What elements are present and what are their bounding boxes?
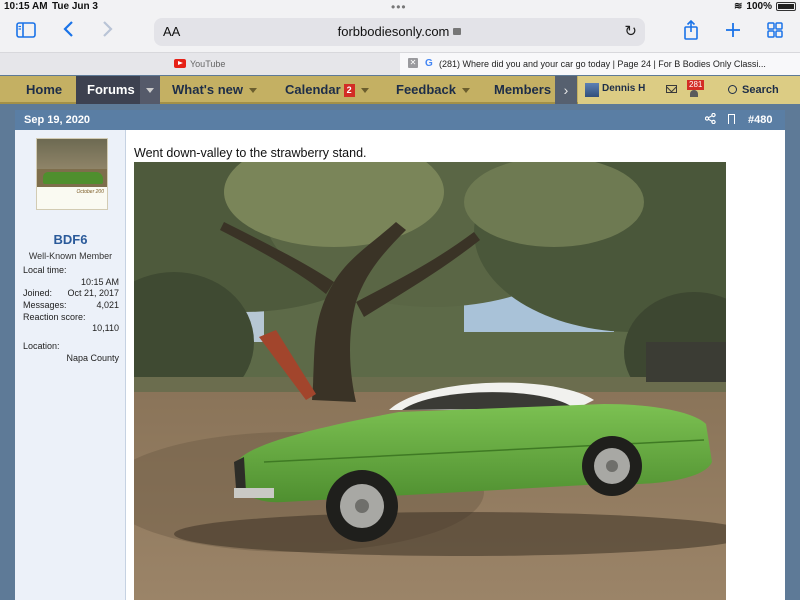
status-time: 10:15 AM (4, 1, 48, 12)
chevron-down-icon (146, 88, 154, 93)
tab-bar: YouTube ✕ G (281) Where did you and your… (0, 52, 800, 75)
nav-home[interactable]: Home (0, 76, 75, 104)
reload-icon[interactable]: ↻ (624, 22, 637, 40)
battery-icon (776, 2, 796, 11)
tab-forum-thread[interactable]: ✕ G (281) Where did you and your car go … (400, 53, 800, 75)
post-author-panel: October 200 BDF6 Well-Known Member Local… (15, 130, 126, 600)
search-icon (728, 85, 737, 94)
multitasking-dots-icon[interactable]: ••• (391, 0, 407, 14)
battery-percent: 100% (746, 1, 772, 12)
sidebar-icon[interactable] (14, 20, 38, 44)
nav-whats-new[interactable]: What's new (172, 76, 272, 104)
avatar-caption: October 200 (76, 189, 104, 195)
author-stats: Local time: 10:15 AM Joined: Oct 21, 2017… (23, 265, 119, 363)
post-number[interactable]: #480 (748, 114, 772, 126)
author-local-time: 10:15 AM (80, 276, 119, 287)
share-nodes-icon[interactable] (704, 112, 716, 127)
author-title: Well-Known Member (28, 251, 113, 261)
tab-label: (281) Where did you and your car go toda… (439, 59, 766, 69)
author-name[interactable]: BDF6 (15, 232, 126, 247)
bookmark-icon[interactable] (728, 114, 735, 124)
nav-feedback[interactable]: Feedback (396, 76, 486, 104)
forum-nav: Home Forums What's new Calendar 2 Feedbac… (0, 76, 800, 104)
post: Sep 19, 2020 #480 October 200 BDF6 Well-… (15, 110, 785, 600)
post-text: Went down-valley to the strawberry stand… (134, 146, 367, 160)
nav-members[interactable]: Members (494, 76, 556, 104)
author-location: Napa County (66, 352, 119, 363)
google-icon: G (425, 58, 433, 69)
post-date[interactable]: Sep 19, 2020 (24, 114, 90, 126)
post-header: Sep 19, 2020 #480 (15, 110, 785, 130)
wifi-icon: ≋ (734, 1, 743, 12)
alerts-badge[interactable]: 281 (687, 80, 705, 90)
bell-icon[interactable] (690, 90, 698, 97)
chevron-down-icon[interactable] (461, 88, 470, 94)
avatar[interactable] (585, 83, 599, 97)
post-photo[interactable] (134, 162, 726, 600)
youtube-icon (174, 59, 186, 68)
user-menu[interactable]: Dennis H 281 (578, 76, 718, 104)
status-bar: 10:15 AM Tue Jun 3 ••• ≋ 100% (0, 0, 800, 14)
chevron-right-icon[interactable] (98, 20, 118, 44)
forums-dropdown-button[interactable] (140, 76, 160, 104)
author-messages[interactable]: 4,021 (96, 300, 119, 312)
nav-calendar[interactable]: Calendar 2 (285, 76, 385, 104)
author-joined: Oct 21, 2017 (67, 288, 119, 299)
address-bar[interactable]: AA forbbodiesonly.com ↻ (154, 18, 645, 46)
plus-icon[interactable] (722, 20, 744, 44)
share-icon[interactable] (680, 19, 702, 44)
nav-scroll-right-icon[interactable]: › (555, 76, 577, 104)
mail-icon[interactable] (666, 85, 677, 93)
search-button[interactable]: Search (718, 76, 800, 104)
calendar-badge: 2 (343, 84, 355, 98)
close-icon[interactable]: ✕ (408, 58, 418, 68)
current-username[interactable]: Dennis H (602, 83, 645, 94)
status-date: Tue Jun 3 (52, 1, 98, 12)
browser-toolbar: AA forbbodiesonly.com ↻ (0, 14, 800, 52)
chevron-down-icon[interactable] (360, 88, 369, 94)
tabs-grid-icon[interactable] (764, 20, 786, 44)
author-reaction-score: 10,110 (92, 323, 119, 334)
author-avatar[interactable]: October 200 (36, 138, 108, 210)
tab-youtube[interactable]: YouTube (0, 53, 400, 75)
chevron-left-icon[interactable] (58, 20, 78, 44)
url-text: forbbodiesonly.com (337, 24, 450, 39)
lock-icon (453, 28, 462, 35)
nav-forums[interactable]: Forums (76, 76, 160, 104)
tab-label: YouTube (190, 59, 226, 69)
chevron-down-icon[interactable] (249, 88, 257, 94)
